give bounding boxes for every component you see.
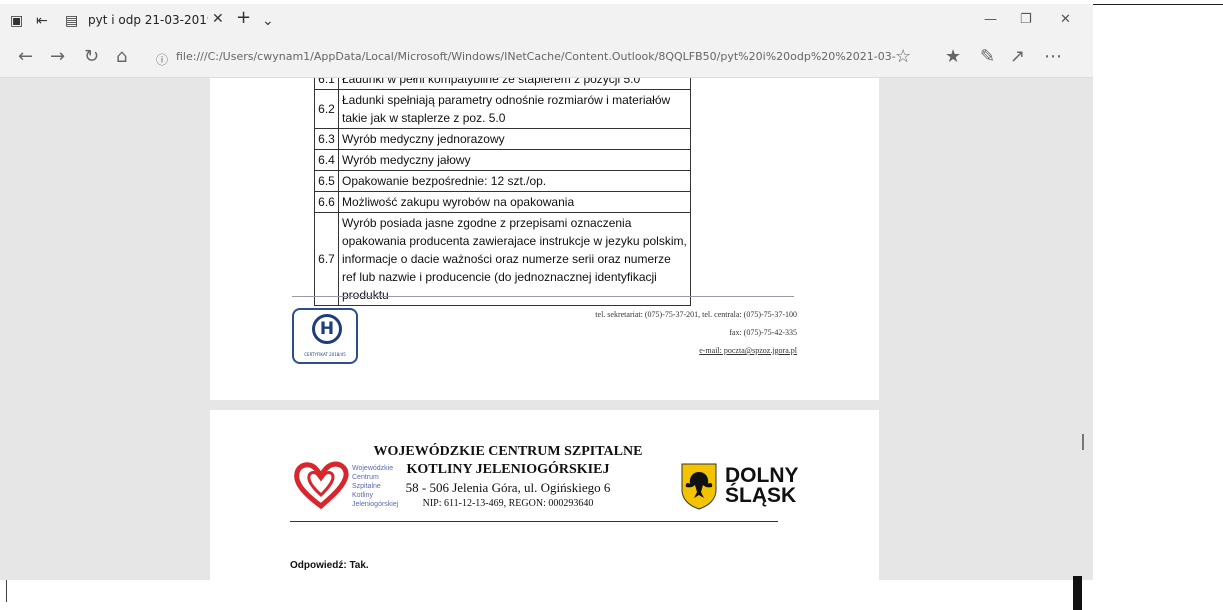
pdf-page: Wojewódzkie Centrum Szpitalne Kotliny Je…: [210, 410, 879, 580]
row-number: 6.4: [314, 149, 339, 171]
row-number: 6.1: [314, 78, 339, 90]
row-text: Ładunki spełniają parametry odnośnie roz…: [338, 89, 691, 129]
table-row: 6.3 Wyrób medyczny jednorazowy: [314, 128, 691, 150]
heart-logo-icon: [294, 461, 349, 510]
home-icon[interactable]: ⌂: [116, 47, 127, 67]
address-bar: ← → ↻ ⌂ ⓘ file:///C:/Users/cwynam1/AppDa…: [0, 38, 1093, 78]
forward-icon[interactable]: →: [50, 47, 65, 67]
title-bar: ▣ ⇤ ▤ pyt i odp 21-03-2019.pc ✕ + ⌄ — ❐ …: [0, 4, 1093, 38]
pen-icon[interactable]: ✎: [980, 47, 995, 67]
row-text: Wyrób medyczny jednorazowy: [338, 128, 691, 150]
back-icon[interactable]: ←: [18, 47, 33, 67]
row-number: 6.6: [314, 191, 339, 213]
tab-list-icon[interactable]: ▣: [10, 13, 23, 29]
bottom-area: [0, 580, 1093, 610]
spec-table: 6.1 Ładunki w pełni kompatybilne ze stapl…: [314, 78, 691, 306]
favorites-icon[interactable]: ★: [945, 47, 961, 67]
scrollbar-thumb[interactable]: [1073, 576, 1082, 610]
tab-title: pyt i odp 21-03-2019.pc: [88, 13, 208, 27]
row-text: Ładunki w pełni kompatybilne ze staplere…: [338, 78, 691, 90]
info-icon[interactable]: ⓘ: [156, 50, 168, 70]
footer-divider: [292, 296, 794, 297]
row-number: 6.5: [314, 170, 339, 192]
row-number: 6.3: [314, 128, 339, 150]
star-icon[interactable]: ☆: [895, 47, 911, 67]
hospital-ids: NIP: 611-12-13-469, REGON: 000293640: [422, 498, 594, 509]
contact-phone: tel. sekretariat: (075)-75-37-201, tel. …: [595, 310, 797, 319]
row-number: 6.2: [314, 89, 339, 129]
table-row: 6.2 Ładunki spełniają parametry odnośnie …: [314, 89, 691, 129]
close-window-icon[interactable]: ✕: [1060, 12, 1071, 27]
row-text: Możliwość zakupu wyrobów na opakowania: [338, 191, 691, 213]
hospital-title: WOJEWÓDZKIE CENTRUM SZPITALNE: [373, 444, 643, 459]
table-row: 6.6 Możliwość zakupu wyrobów na opakowani…: [314, 191, 691, 213]
url-field[interactable]: file:///C:/Users/cwynam1/AppData/Local/M…: [176, 48, 896, 68]
region-name-line2: ŚLĄSK: [725, 484, 797, 507]
row-text: Wyrób medyczny jałowy: [338, 149, 691, 171]
back-tabs-icon[interactable]: ⇤: [36, 13, 48, 29]
hospital-address: 58 - 506 Jelenia Góra, ul. Ogińskiego 6: [405, 480, 611, 495]
contact-email[interactable]: e-mail: poczta@spzoz.jgora.pl: [699, 346, 797, 355]
url-text: file:///C:/Users/cwynam1/AppData/Local/M…: [176, 50, 896, 63]
scroll-indicator[interactable]: [1082, 434, 1084, 450]
row-text: Wyrób posiada jasne zgodne z przepisami …: [338, 212, 691, 306]
row-text: Opakowanie bezpośrednie: 12 szt./op.: [338, 170, 691, 192]
new-tab-icon[interactable]: +: [236, 9, 251, 27]
minimize-icon[interactable]: —: [984, 12, 997, 27]
browser-window: ▣ ⇤ ▤ pyt i odp 21-03-2019.pc ✕ + ⌄ — ❐ …: [0, 0, 1223, 610]
cert-label: CERTYFIKAT 2018/45: [304, 352, 346, 357]
table-row: 6.5 Opakowanie bezpośrednie: 12 szt./op.: [314, 170, 691, 192]
pdf-page: 6.1 Ładunki w pełni kompatybilne ze stapl…: [210, 78, 879, 400]
share-icon[interactable]: ↗: [1010, 47, 1025, 67]
text-caret: [6, 580, 7, 602]
certificate-logo: H CERTYFIKAT 2018/45: [292, 308, 358, 364]
pdf-viewer[interactable]: 6.1 Ładunki w pełni kompatybilne ze stapl…: [0, 78, 1093, 580]
table-row: 6.4 Wyrób medyczny jałowy: [314, 149, 691, 171]
tab-active[interactable]: ▤ pyt i odp 21-03-2019.pc ✕: [60, 4, 228, 38]
close-icon[interactable]: ✕: [212, 11, 224, 27]
restore-icon[interactable]: ❐: [1020, 12, 1032, 27]
chevron-down-icon[interactable]: ⌄: [262, 13, 274, 29]
refresh-icon[interactable]: ↻: [84, 47, 99, 67]
answer-text: Odpowiedź: Tak.: [290, 560, 369, 571]
table-row: 6.7 Wyrób posiada jasne zgodne z przepisa…: [314, 212, 691, 306]
contact-fax: fax: (075)-75-42-335: [729, 328, 797, 337]
region-name-line1: DOLNY: [725, 464, 799, 487]
row-number: 6.7: [314, 212, 339, 306]
coat-of-arms-icon: [681, 463, 717, 510]
header-divider: [290, 521, 778, 522]
more-icon[interactable]: ⋯: [1044, 47, 1062, 67]
pdf-icon: ▤: [65, 13, 79, 29]
cert-letter: H: [312, 314, 342, 344]
table-row: 6.1 Ładunki w pełni kompatybilne ze stapl…: [314, 78, 691, 90]
hospital-subtitle: KOTLINY JELENIOGÓRSKIEJ: [406, 462, 610, 477]
